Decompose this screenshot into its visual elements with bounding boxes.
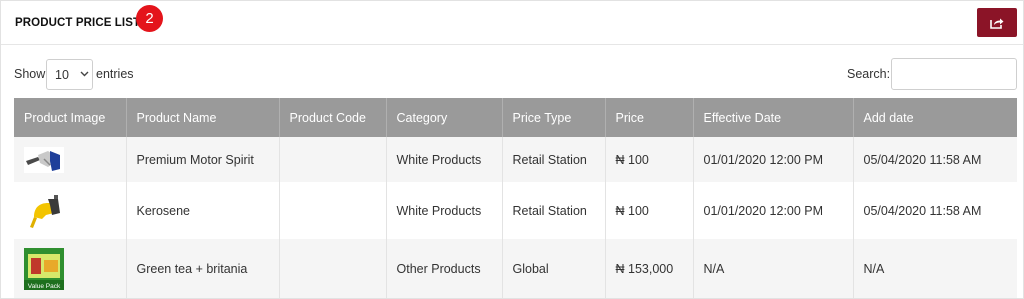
- chevron-down-icon: [80, 71, 89, 77]
- column-header[interactable]: Product Code: [279, 98, 387, 137]
- product-code-cell: [279, 137, 387, 182]
- show-label: Show: [14, 67, 46, 81]
- price-type-cell: Retail Station: [502, 137, 606, 182]
- product-image-cell: [14, 182, 127, 239]
- product-code-cell: [279, 182, 387, 239]
- table-row[interactable]: Premium Motor Spirit White Products Reta…: [14, 137, 1017, 182]
- product-code-cell: [279, 239, 387, 298]
- table-row[interactable]: Value Pack Green tea + britania Other Pr…: [14, 239, 1017, 298]
- entries-label: entries: [96, 67, 134, 81]
- category-cell: White Products: [386, 182, 503, 239]
- product-name-cell: Kerosene: [126, 182, 280, 239]
- add-date-cell: 05/04/2020 11:58 AM: [863, 152, 982, 167]
- table-row[interactable]: Kerosene White Products Retail Station ₦…: [14, 182, 1017, 239]
- price-cell: ₦ 153,000: [605, 239, 694, 298]
- price-cell: ₦ 100: [605, 137, 694, 182]
- product-name-cell: Green tea + britania: [126, 239, 280, 298]
- effective-date-cell: 01/01/2020 12:00 PM: [693, 182, 854, 239]
- column-header[interactable]: Effective Date: [693, 98, 854, 137]
- column-header[interactable]: Price: [605, 98, 694, 137]
- column-header[interactable]: Add date: [853, 98, 1017, 137]
- price-type-cell: Retail Station: [502, 182, 606, 239]
- effective-date-cell: 01/01/2020 12:00 PM: [693, 137, 854, 182]
- column-header[interactable]: Product Image: [14, 98, 127, 137]
- search-label: Search:: [847, 67, 891, 81]
- step-badge: 2: [136, 5, 163, 32]
- column-header[interactable]: Price Type: [502, 98, 606, 137]
- product-name-cell: Premium Motor Spirit: [126, 137, 280, 182]
- table-header-row: Product Image Product Name Product Code …: [14, 98, 1017, 137]
- column-header[interactable]: Category: [386, 98, 503, 137]
- price-table: Product Image Product Name Product Code …: [14, 98, 1017, 298]
- share-export-icon: [990, 18, 1004, 29]
- category-cell: White Products: [386, 137, 503, 182]
- fuel-nozzle-icon: [24, 192, 64, 229]
- tea-pack-image: Value Pack: [24, 247, 64, 290]
- effective-date-cell: N/A: [693, 239, 854, 298]
- product-price-list-panel: PRODUCT PRICE LIST 2 Show 10 entries Sea…: [0, 0, 1024, 299]
- fuel-nozzle-icon: [24, 146, 64, 173]
- export-button[interactable]: [977, 8, 1017, 37]
- price-cell: ₦ 100: [605, 182, 694, 239]
- add-date-cell: 05/04/2020 11:58 AM: [863, 203, 982, 218]
- product-image-cell: Value Pack: [14, 239, 127, 298]
- search-input[interactable]: [891, 58, 1017, 90]
- page-title: PRODUCT PRICE LIST: [15, 17, 141, 29]
- product-image-cell: [14, 137, 127, 182]
- column-header[interactable]: Product Name: [126, 98, 280, 137]
- add-date-cell: N/A: [863, 261, 885, 276]
- panel-header: PRODUCT PRICE LIST 2: [1, 1, 1023, 45]
- category-cell: Other Products: [386, 239, 503, 298]
- page-size-select[interactable]: 10: [46, 59, 93, 90]
- value-pack-label: Value Pack: [28, 283, 61, 290]
- price-type-cell: Global: [502, 239, 606, 298]
- page-size-value: 10: [55, 68, 69, 82]
